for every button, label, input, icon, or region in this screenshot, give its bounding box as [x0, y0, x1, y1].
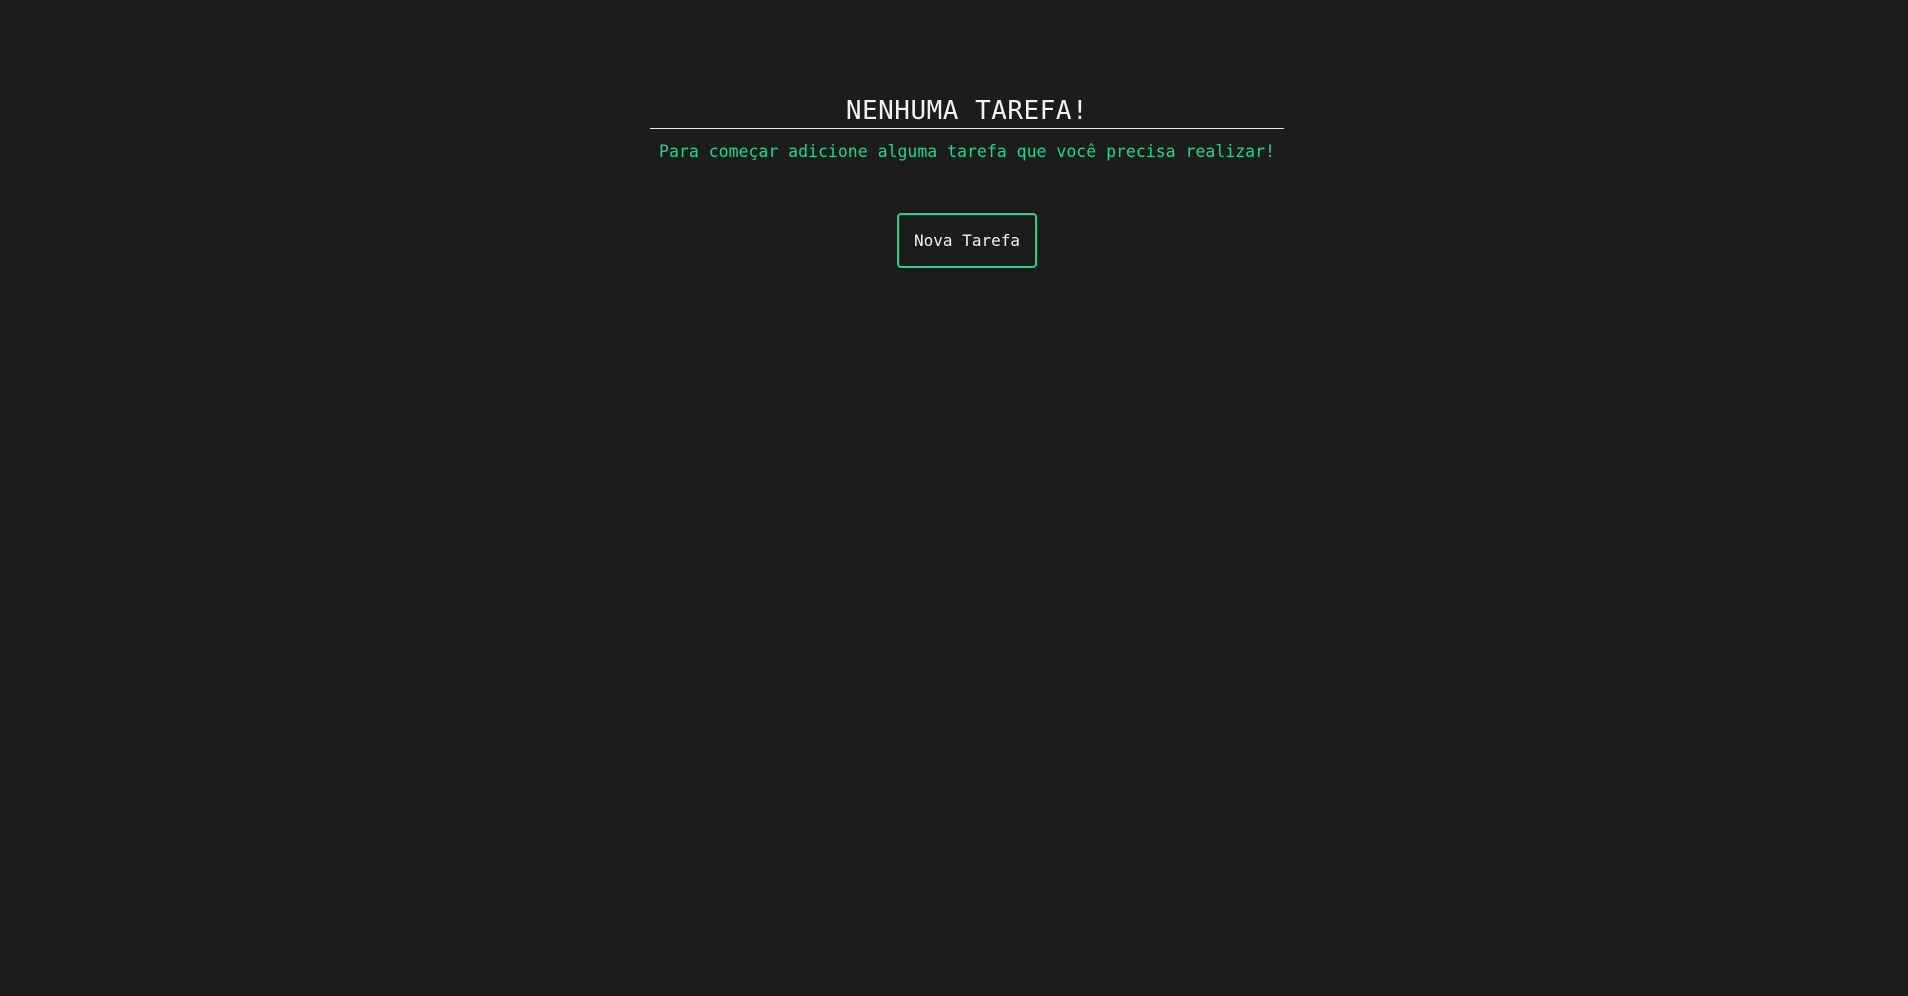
app-root: { "empty_state": { "title": "NENHUMA TAR…: [0, 0, 1908, 996]
new-task-button[interactable]: Nova Tarefa: [897, 213, 1037, 268]
page-title: NENHUMA TAREFA!: [845, 96, 1089, 126]
empty-state-subtitle: Para começar adicione alguma tarefa que …: [659, 142, 1275, 161]
empty-state: NENHUMA TAREFA! Para começar adicione al…: [650, 94, 1284, 268]
title-divider: [650, 128, 1284, 129]
new-task-button-label: Nova Tarefa: [914, 231, 1020, 250]
